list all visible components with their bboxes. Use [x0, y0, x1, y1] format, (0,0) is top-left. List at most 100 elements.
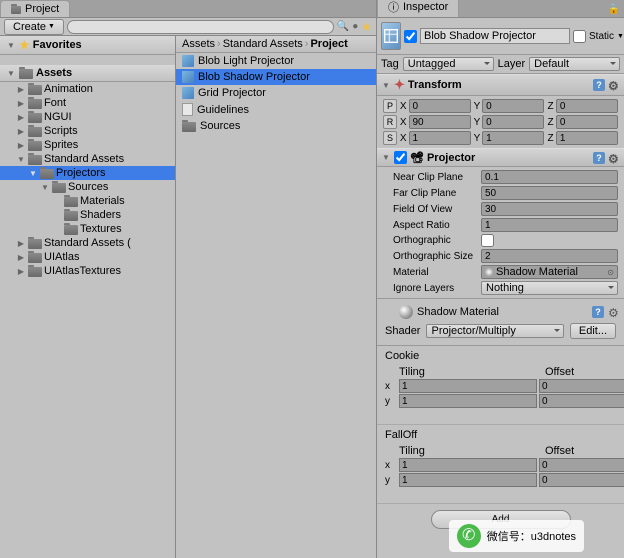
prop-input[interactable] — [481, 202, 618, 216]
folder-icon — [28, 113, 42, 123]
shader-dropdown[interactable]: Projector/Multiply — [426, 324, 563, 338]
folder-icon — [28, 155, 42, 165]
foldout-icon: ▶ — [16, 112, 26, 122]
prop-dropdown[interactable]: Nothing — [481, 281, 618, 295]
z-input[interactable] — [556, 115, 618, 129]
prop-label: Near Clip Plane — [383, 172, 479, 183]
tag-dropdown[interactable]: Untagged — [403, 57, 494, 71]
create-button[interactable]: Create▼ — [4, 19, 64, 35]
foldout-icon[interactable]: ▼ — [381, 153, 391, 163]
folder-icon — [28, 127, 42, 137]
save-filter-icon[interactable]: ★ — [361, 20, 372, 34]
tree-item[interactable]: ▶ Animation — [0, 82, 175, 96]
z-input[interactable] — [556, 131, 618, 145]
asset-item[interactable]: Blob Shadow Projector — [176, 69, 376, 85]
foldout-icon: ▼ — [6, 40, 16, 50]
y-input[interactable] — [482, 99, 544, 113]
prop-label: Material — [383, 267, 479, 278]
search-input[interactable] — [67, 20, 334, 34]
tree-item-projectors[interactable]: ▼ Projectors — [0, 166, 175, 180]
tree-item[interactable]: ▶ NGUI — [0, 110, 175, 124]
prop-input[interactable] — [481, 170, 618, 184]
wechat-icon: ✆ — [457, 524, 481, 548]
gear-icon[interactable]: ⚙ — [608, 79, 620, 91]
tree-item[interactable]: ▶ Scripts — [0, 124, 175, 138]
texture-name: Cookie — [385, 350, 616, 362]
tree-item[interactable]: Textures — [0, 222, 175, 236]
breadcrumb[interactable]: Assets› Standard Assets› Project — [176, 36, 376, 53]
prop-input[interactable] — [481, 186, 618, 200]
x-input[interactable] — [409, 131, 471, 145]
material-name: Shadow Material — [417, 306, 588, 318]
folder-icon — [28, 99, 42, 109]
help-icon[interactable]: ? — [593, 152, 605, 164]
asset-item[interactable]: Grid Projector — [176, 85, 376, 101]
project-tab[interactable]: Project — [0, 0, 70, 17]
object-name-input[interactable] — [420, 28, 570, 44]
static-checkbox[interactable] — [573, 30, 586, 43]
prefab-icon — [182, 71, 194, 83]
gameobject-icon — [381, 22, 401, 50]
tree-item-sources[interactable]: ▼ Sources — [0, 180, 175, 194]
tree-item[interactable]: ▶ Font — [0, 96, 175, 110]
z-input[interactable] — [556, 99, 618, 113]
offset-y-input[interactable] — [539, 394, 624, 408]
folder-icon — [64, 211, 78, 221]
projector-enabled-checkbox[interactable] — [394, 151, 407, 164]
gear-icon[interactable]: ⚙ — [608, 306, 620, 318]
prs-label: R — [383, 115, 397, 129]
offset-y-input[interactable] — [539, 473, 624, 487]
favorites-header[interactable]: ▼ ★ Favorites — [0, 36, 175, 55]
static-dropdown-icon[interactable]: ▼ — [617, 33, 624, 40]
asset-item[interactable]: Blob Light Projector — [176, 53, 376, 69]
foldout-icon: ▼ — [6, 68, 16, 78]
y-input[interactable] — [482, 115, 544, 129]
tree-item[interactable]: Materials — [0, 194, 175, 208]
assets-header[interactable]: ▼ Assets — [0, 65, 175, 82]
x-input[interactable] — [409, 99, 471, 113]
offset-x-input[interactable] — [539, 458, 624, 472]
tiling-y-input[interactable] — [399, 473, 537, 487]
tree-item[interactable]: ▶ Standard Assets ( — [0, 236, 175, 250]
y-input[interactable] — [482, 131, 544, 145]
prop-label: Field Of View — [383, 204, 479, 215]
x-input[interactable] — [409, 115, 471, 129]
asset-item[interactable]: Sources — [176, 118, 376, 134]
help-icon[interactable]: ? — [593, 79, 605, 91]
tree-item[interactable]: ▶ UIAtlas — [0, 250, 175, 264]
material-icon — [399, 305, 413, 319]
foldout-icon[interactable]: ▼ — [381, 80, 391, 90]
prop-input[interactable] — [481, 249, 618, 263]
tiling-x-input[interactable] — [399, 458, 537, 472]
layer-dropdown[interactable]: Default — [529, 57, 620, 71]
tiling-y-input[interactable] — [399, 394, 537, 408]
edit-shader-button[interactable]: Edit... — [570, 323, 616, 339]
object-field[interactable]: Shadow Material — [481, 265, 618, 279]
folder-icon — [182, 122, 196, 132]
prop-input[interactable] — [481, 218, 618, 232]
foldout-icon: ▼ — [40, 182, 50, 192]
foldout-icon: ▶ — [16, 238, 26, 248]
lock-icon[interactable]: 🔒 — [604, 2, 624, 17]
offset-x-input[interactable] — [539, 379, 624, 393]
help-icon[interactable]: ? — [592, 306, 604, 318]
prop-checkbox[interactable] — [481, 234, 494, 247]
folder-icon — [40, 169, 54, 179]
gear-icon[interactable]: ⚙ — [608, 152, 620, 164]
tree-item[interactable]: Shaders — [0, 208, 175, 222]
folder-icon — [11, 6, 21, 14]
tree-item[interactable]: ▶ UIAtlasTextures — [0, 264, 175, 278]
document-icon — [182, 103, 193, 116]
tiling-x-input[interactable] — [399, 379, 537, 393]
asset-item[interactable]: Guidelines — [176, 101, 376, 118]
active-checkbox[interactable] — [404, 30, 417, 43]
filter-icon[interactable]: ● — [352, 21, 358, 32]
tree-item[interactable]: ▼ Standard Assets — [0, 152, 175, 166]
watermark: ✆ 微信号：u3dnotes — [449, 520, 584, 552]
inspector-tab[interactable]: ⓘ Inspector — [377, 0, 459, 17]
inspector-icon: ⓘ — [388, 0, 399, 15]
search-icon[interactable]: 🔍 — [337, 21, 349, 32]
prs-label: S — [383, 131, 397, 145]
tree-item[interactable]: ▶ Sprites — [0, 138, 175, 152]
folder-icon — [28, 85, 42, 95]
